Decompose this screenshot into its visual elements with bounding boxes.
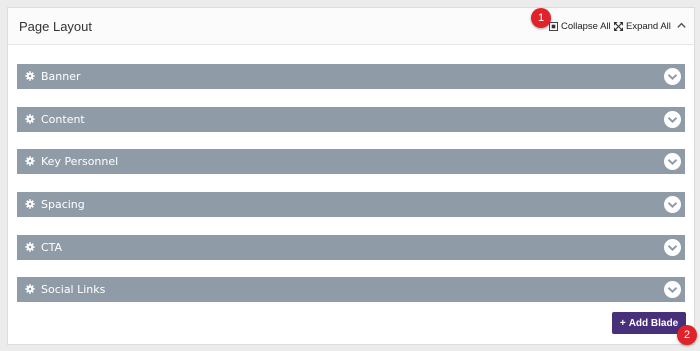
blade-label: Key Personnel	[41, 155, 119, 168]
gear-icon	[25, 156, 35, 166]
expand-all-button[interactable]: Expand All	[614, 21, 671, 32]
blade-label: Banner	[41, 70, 81, 83]
chevron-down-icon[interactable]	[664, 68, 681, 85]
blade-banner[interactable]: Banner	[17, 64, 685, 89]
step-badge-1: 1	[531, 8, 551, 28]
blade-social-links[interactable]: Social Links	[17, 277, 685, 302]
collapse-all-button[interactable]: Collapse All	[549, 21, 611, 32]
panel-header: Page Layout Collapse All Expand All	[8, 8, 694, 45]
collapse-icon	[549, 22, 558, 31]
page-layout-panel: Page Layout Collapse All Expand All Bann…	[7, 7, 695, 345]
collapse-all-label: Collapse All	[561, 21, 611, 32]
add-blade-label: Add Blade	[628, 317, 679, 329]
blade-spacing[interactable]: Spacing	[17, 192, 685, 217]
add-blade-button[interactable]: + Add Blade	[612, 312, 686, 334]
plus-icon: +	[619, 317, 626, 329]
blade-label: Content	[41, 113, 85, 126]
expand-icon	[614, 22, 623, 31]
blade-label: Social Links	[41, 283, 106, 296]
panel-title: Page Layout	[19, 19, 93, 34]
step-badge-2: 2	[677, 325, 697, 345]
blade-key-personnel[interactable]: Key Personnel	[17, 149, 685, 174]
gear-icon	[25, 284, 35, 294]
gear-icon	[25, 199, 35, 209]
chevron-down-icon[interactable]	[664, 196, 681, 213]
chevron-down-icon[interactable]	[664, 153, 681, 170]
gear-icon	[25, 242, 35, 252]
chevron-up-icon[interactable]	[676, 20, 687, 31]
blade-content[interactable]: Content	[17, 107, 685, 132]
chevron-down-icon[interactable]	[664, 111, 681, 128]
gear-icon	[25, 114, 35, 124]
chevron-down-icon[interactable]	[664, 281, 681, 298]
expand-all-label: Expand All	[626, 21, 671, 32]
blade-label: CTA	[41, 241, 63, 254]
blade-label: Spacing	[41, 198, 85, 211]
blade-cta[interactable]: CTA	[17, 235, 685, 260]
gear-icon	[25, 71, 35, 81]
chevron-down-icon[interactable]	[664, 239, 681, 256]
